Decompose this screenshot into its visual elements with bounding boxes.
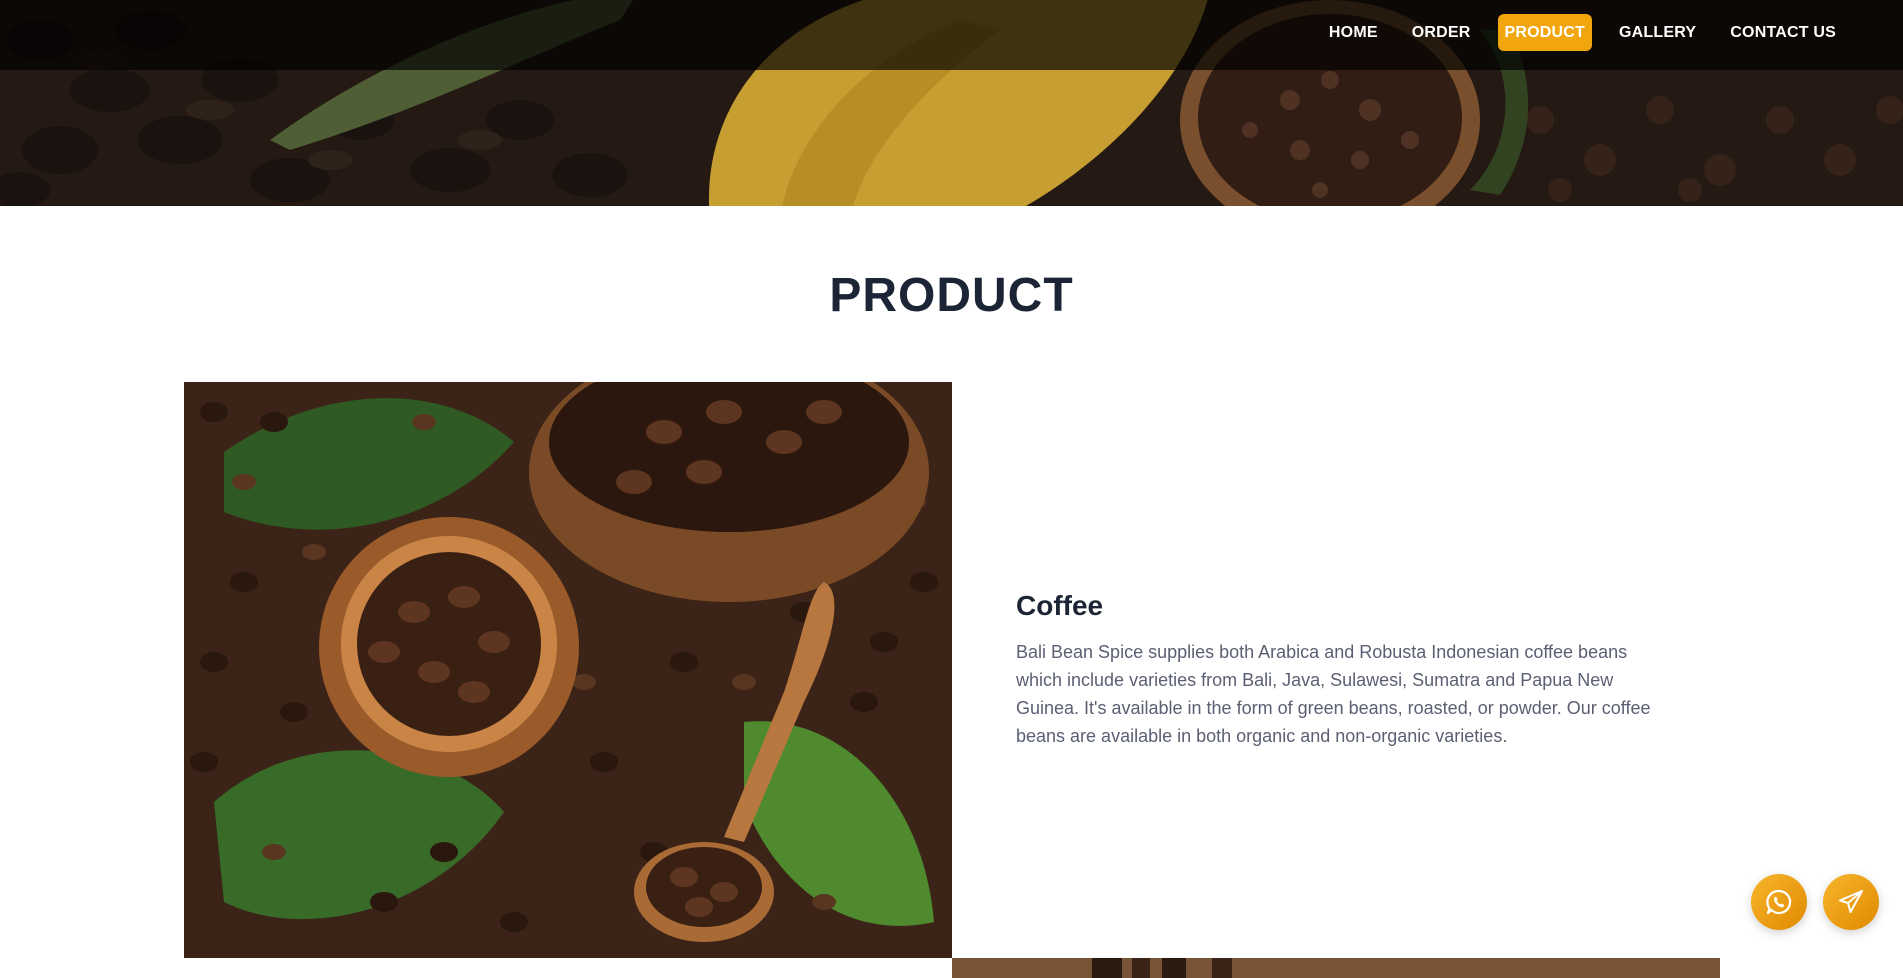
whatsapp-button[interactable] <box>1751 874 1807 930</box>
nav-order-link[interactable]: ORDER <box>1405 14 1478 51</box>
send-message-button[interactable] <box>1823 874 1879 930</box>
section-title: PRODUCT <box>829 269 1074 322</box>
hero-overlay <box>0 70 1903 206</box>
coffee-product-image <box>184 382 952 958</box>
nav-home-link[interactable]: HOME <box>1322 14 1385 51</box>
coffee-beans-photo <box>184 382 952 958</box>
whatsapp-icon <box>1766 889 1792 915</box>
nav-contact-us-link[interactable]: CONTACT US <box>1723 14 1843 51</box>
next-product-image <box>952 958 1720 978</box>
main-navigation: HOME ORDER PRODUCT GALLERY CONTACT US <box>1322 14 1843 51</box>
hero-banner: HOME ORDER PRODUCT GALLERY CONTACT US <box>0 0 1903 206</box>
paper-plane-icon <box>1839 890 1863 913</box>
product-name: Coffee <box>1016 590 1104 621</box>
coffee-product-details: Coffee Bali Bean Spice supplies both Ara… <box>1016 590 1656 750</box>
product-description: Bali Bean Spice supplies both Arabica an… <box>1016 642 1651 746</box>
nav-product-link[interactable]: PRODUCT <box>1497 14 1593 51</box>
nav-gallery-link[interactable]: GALLERY <box>1612 14 1703 51</box>
next-product-photo-strip <box>952 958 1720 978</box>
